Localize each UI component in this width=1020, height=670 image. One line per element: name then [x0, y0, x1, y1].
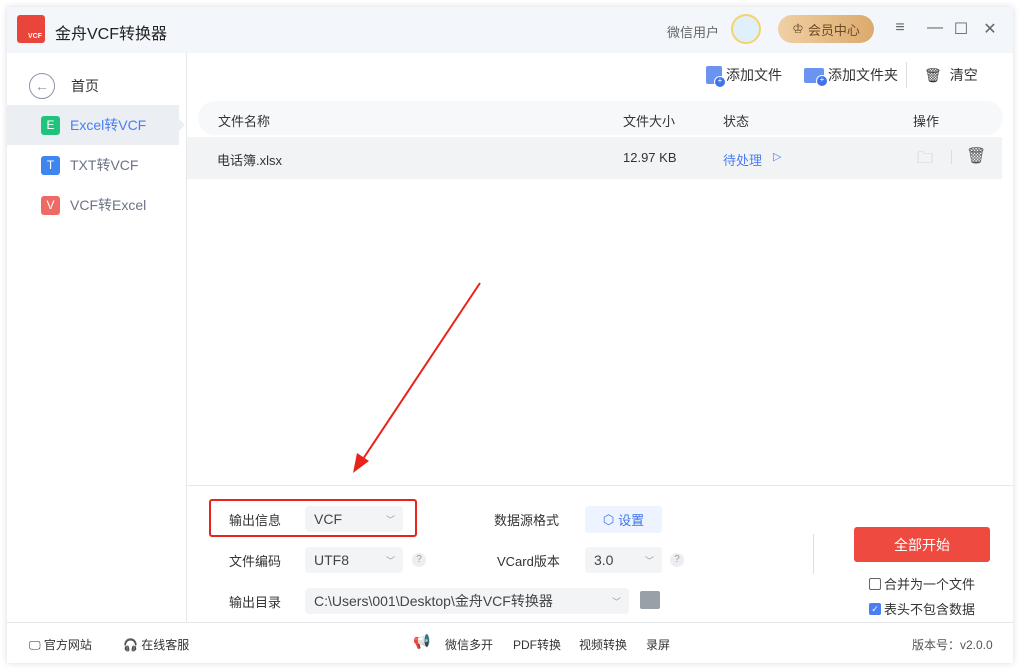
output-dir-value: C:\Users\001\Desktop\金舟VCF转换器: [314, 593, 553, 609]
back-arrow-icon: ←: [29, 73, 55, 99]
divider: [813, 534, 814, 574]
file-name: 电话簿.xlsx: [217, 153, 283, 168]
vcard-value: 3.0: [594, 552, 614, 568]
col-status: 状态: [723, 114, 750, 129]
delete-icon[interactable]: 🗑: [966, 146, 986, 166]
settings-button[interactable]: ⬡ 设置: [585, 506, 662, 533]
sidebar: ← 首页 E Excel转VCF T TXT转VCF V VCF转Excel: [7, 53, 187, 622]
clear-button[interactable]: 🗑 清空: [924, 65, 978, 85]
checkbox-checked-icon: ✓: [869, 602, 881, 615]
chevron-down-icon: ﹀: [385, 514, 395, 525]
user-name[interactable]: 微信用户: [667, 22, 719, 41]
source-format-label: 数据源格式: [494, 513, 560, 528]
file-size: 12.97 KB: [623, 150, 677, 165]
divider: [951, 150, 952, 164]
no-header-checkbox[interactable]: ✓ 表头不包含数据: [869, 599, 975, 618]
play-icon[interactable]: ▷: [773, 150, 781, 163]
output-dir-select[interactable]: C:\Users\001\Desktop\金舟VCF转换器 ﹀: [305, 588, 629, 614]
divider: [906, 62, 907, 88]
footer-link-video[interactable]: 视频转换: [579, 636, 627, 653]
close-button[interactable]: ✕: [980, 19, 1000, 39]
encoding-value: UTF8: [314, 552, 349, 568]
vcard-select[interactable]: 3.0 ﹀: [585, 547, 662, 573]
col-name: 文件名称: [218, 114, 271, 129]
table-header: 文件名称 文件大小 状态 操作: [198, 101, 1003, 135]
output-info-value: VCF: [314, 511, 342, 527]
gear-icon: ⬡: [602, 511, 615, 527]
sidebar-item-txt-to-vcf[interactable]: T TXT转VCF: [7, 145, 179, 185]
app-logo: VCF: [17, 15, 45, 43]
avatar[interactable]: [731, 14, 761, 44]
crown-icon: ♔: [792, 21, 804, 36]
add-folder-button[interactable]: 添加文件夹: [804, 65, 898, 87]
sidebar-item-vcf-to-excel[interactable]: V VCF转Excel: [7, 185, 179, 225]
add-file-button[interactable]: 添加文件: [706, 65, 782, 88]
vcard-label: VCard版本: [497, 554, 560, 569]
maximize-button[interactable]: ☐: [951, 19, 971, 39]
output-dir-label: 输出目录: [229, 595, 282, 610]
encoding-select[interactable]: UTF8 ﹀: [305, 547, 403, 573]
footer-link-record[interactable]: 录屏: [646, 636, 670, 653]
menu-icon[interactable]: ≡: [890, 19, 910, 37]
monitor-icon: 🖵: [29, 638, 41, 652]
trash-icon: 🗑: [924, 66, 942, 83]
add-file-icon: [706, 66, 726, 88]
col-size: 文件大小: [623, 114, 676, 129]
merge-checkbox[interactable]: 合并为一个文件: [869, 574, 975, 593]
footer-link-pdf[interactable]: PDF转换: [513, 636, 561, 653]
open-folder-icon[interactable]: 🗀: [917, 147, 933, 174]
start-all-button[interactable]: 全部开始: [854, 527, 990, 562]
app-title: 金舟VCF转换器: [55, 26, 168, 43]
checkbox-icon: [869, 577, 881, 590]
output-info-select[interactable]: VCF ﹀: [305, 506, 403, 532]
file-status: 待处理: [723, 153, 763, 168]
annotation-arrow: [353, 282, 481, 473]
help-icon[interactable]: ?: [412, 553, 426, 567]
chevron-down-icon: ﹀: [385, 555, 395, 566]
footer-link-wechat[interactable]: 微信多开: [445, 636, 493, 653]
add-folder-icon: [804, 67, 828, 87]
browse-folder-icon[interactable]: [640, 591, 660, 609]
help-icon[interactable]: ?: [670, 553, 684, 567]
title-bar: VCF 金舟VCF转换器 微信用户 ♔ 会员中心 ≡ — ☐ ✕: [7, 7, 1013, 53]
chevron-down-icon: ﹀: [611, 596, 621, 607]
col-actions: 操作: [913, 114, 940, 129]
megaphone-icon: 📢: [413, 633, 431, 649]
chevron-down-icon: ﹀: [644, 555, 654, 566]
headset-icon: 🎧: [123, 638, 138, 652]
encoding-label: 文件编码: [229, 554, 282, 569]
output-info-label: 输出信息: [229, 513, 282, 528]
txt-icon: T: [41, 155, 60, 175]
sidebar-item-excel-to-vcf[interactable]: E Excel转VCF: [7, 105, 185, 145]
website-link[interactable]: 🖵 官方网站: [29, 636, 92, 653]
vcf-icon: V: [41, 195, 60, 215]
version-label: 版本号：v2.0.0: [912, 638, 993, 652]
service-link[interactable]: 🎧 在线客服: [123, 636, 189, 653]
vip-center-button[interactable]: ♔ 会员中心: [778, 15, 874, 43]
minimize-button[interactable]: —: [925, 19, 945, 37]
app-window: VCF 金舟VCF转换器 微信用户 ♔ 会员中心 ≡ — ☐ ✕ ← 首页 E Exc…: [7, 7, 1013, 663]
home-link[interactable]: ← 首页: [29, 73, 99, 99]
table-row[interactable]: 电话簿.xlsx 12.97 KB 待处理 ▷ 🗀 🗑: [187, 137, 1002, 179]
footer: 🖵 官方网站 🎧 在线客服 📢 微信多开 PDF转换 视频转换 录屏 版本号：v…: [7, 622, 1013, 663]
excel-icon: E: [41, 115, 60, 135]
